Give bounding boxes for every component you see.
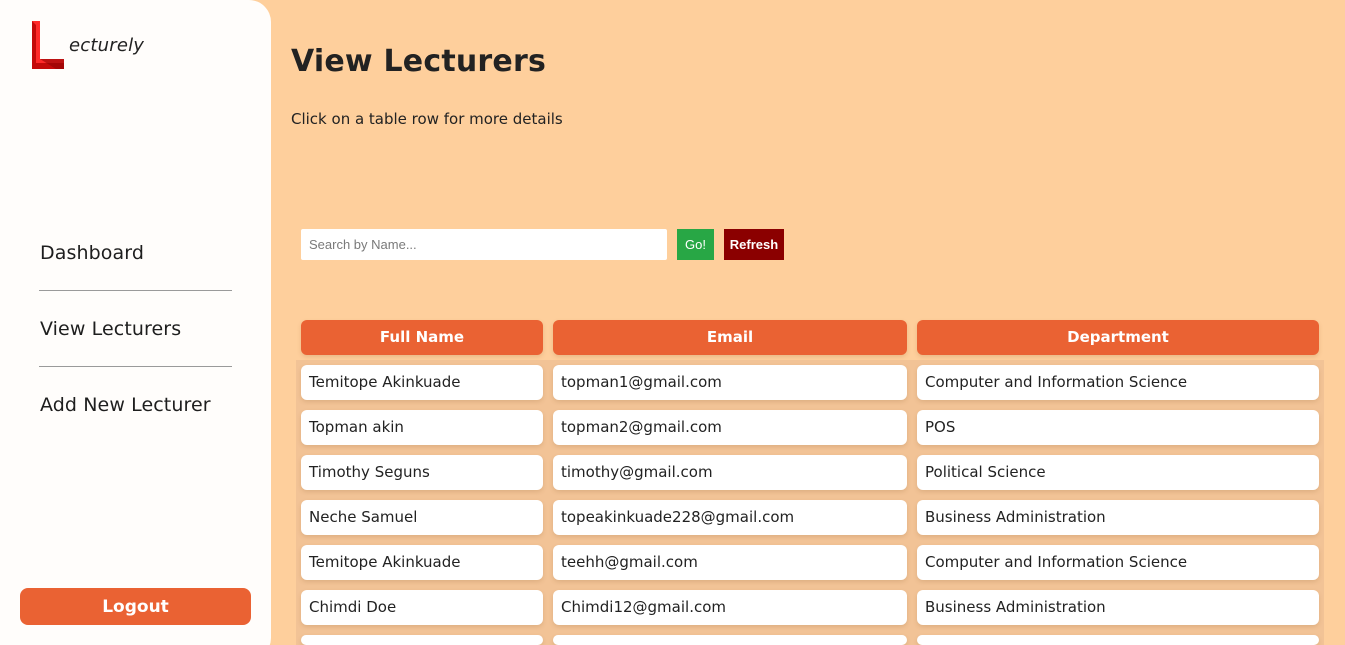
logout-button[interactable]: Logout xyxy=(20,588,251,625)
logo-l-icon xyxy=(32,21,64,69)
cell-full-name[interactable]: Temitope Akinkuade xyxy=(301,365,543,400)
cell-full-name[interactable]: Chimdi Doe xyxy=(301,590,543,625)
cell-email[interactable]: teehh@gmail.com xyxy=(553,545,907,580)
search-input[interactable] xyxy=(301,229,667,260)
page-hint: Click on a table row for more details xyxy=(291,110,563,128)
column-header-full-name[interactable]: Full Name xyxy=(301,320,543,355)
cell-full-name[interactable]: Temitope Akinkuade xyxy=(301,545,543,580)
cell-full-name[interactable] xyxy=(301,635,543,645)
brand-logo[interactable]: ecturely xyxy=(30,19,170,71)
go-button[interactable]: Go! xyxy=(677,229,714,260)
cell-full-name[interactable]: Neche Samuel xyxy=(301,500,543,535)
app-root: ecturely Dashboard View Lecturers Add Ne… xyxy=(0,0,1345,645)
cell-full-name[interactable]: Topman akin xyxy=(301,410,543,445)
cell-department[interactable] xyxy=(917,635,1319,645)
nav-divider xyxy=(39,366,232,367)
column-header-department[interactable]: Department xyxy=(917,320,1319,355)
cell-department[interactable]: Computer and Information Science xyxy=(917,365,1319,400)
cell-email[interactable]: topman1@gmail.com xyxy=(553,365,907,400)
nav-divider xyxy=(39,290,232,291)
cell-email[interactable]: timothy@gmail.com xyxy=(553,455,907,490)
sidebar-item-add-new-lecturer[interactable]: Add New Lecturer xyxy=(40,394,211,416)
sidebar: ecturely Dashboard View Lecturers Add Ne… xyxy=(0,0,271,645)
refresh-button[interactable]: Refresh xyxy=(724,229,784,260)
cell-email[interactable]: topman2@gmail.com xyxy=(553,410,907,445)
cell-email[interactable]: topeakinkuade228@gmail.com xyxy=(553,500,907,535)
column-header-email[interactable]: Email xyxy=(553,320,907,355)
sidebar-item-view-lecturers[interactable]: View Lecturers xyxy=(40,318,181,340)
cell-full-name[interactable]: Timothy Seguns xyxy=(301,455,543,490)
page-title: View Lecturers xyxy=(291,44,547,79)
cell-email[interactable] xyxy=(553,635,907,645)
cell-department[interactable]: Political Science xyxy=(917,455,1319,490)
cell-department[interactable]: Business Administration xyxy=(917,590,1319,625)
sidebar-item-dashboard[interactable]: Dashboard xyxy=(40,242,144,264)
cell-email[interactable]: Chimdi12@gmail.com xyxy=(553,590,907,625)
cell-department[interactable]: POS xyxy=(917,410,1319,445)
cell-department[interactable]: Business Administration xyxy=(917,500,1319,535)
brand-name: ecturely xyxy=(69,35,145,56)
cell-department[interactable]: Computer and Information Science xyxy=(917,545,1319,580)
